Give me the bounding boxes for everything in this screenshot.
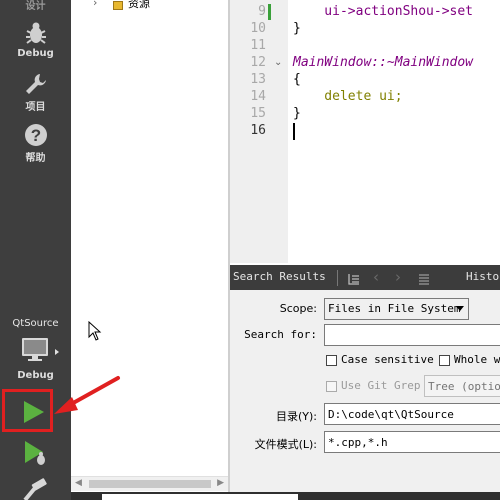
build-button[interactable]	[0, 474, 71, 503]
mode-design[interactable]: 设计	[0, 0, 71, 14]
status-bar	[71, 492, 500, 500]
mode-projects-label: 项目	[25, 102, 46, 113]
debug-run-icon	[24, 440, 48, 469]
line-number: 12	[250, 55, 266, 70]
svg-text:?: ?	[31, 126, 41, 145]
file-pattern-label: 文件模式(L):	[254, 438, 317, 451]
search-for-input[interactable]	[324, 324, 500, 346]
use-git-grep-checkbox	[326, 381, 337, 392]
mode-design-label: 设计	[25, 1, 46, 12]
directory-input[interactable]	[324, 403, 500, 425]
line-number-current: 16	[250, 123, 266, 138]
monitor-icon	[21, 337, 49, 366]
code-line: ui->actionShou->set	[293, 4, 474, 19]
mode-projects[interactable]: 项目	[0, 70, 71, 114]
tree-item-resources[interactable]: › 资源	[71, 0, 228, 14]
chevron-down-icon	[456, 306, 464, 311]
scroll-right-icon[interactable]: ▶	[217, 478, 224, 488]
text-cursor	[293, 123, 295, 140]
line-number: 13	[250, 72, 266, 87]
whole-words-label: Whole wo	[454, 353, 500, 366]
lock-folder-icon	[113, 1, 123, 10]
file-pattern-input[interactable]	[324, 431, 500, 453]
next-icon[interactable]: ›	[395, 268, 401, 286]
mode-selector-bar: 设计 Debug 项目 ? 帮助 QtSource Debug	[0, 0, 71, 503]
kit-project-name: QtSource	[12, 318, 59, 329]
previous-icon[interactable]: ‹	[373, 268, 379, 286]
tree-horizontal-scrollbar[interactable]: ◀ ▶	[71, 476, 228, 491]
debug-run-button[interactable]	[0, 438, 71, 468]
line-number: 10	[250, 21, 266, 36]
search-results-toolbar: Search Results ‹ › Histo	[230, 265, 500, 290]
scope-select[interactable]: Files in File System	[324, 298, 469, 320]
line-number: 11	[250, 38, 266, 53]
git-tree-input	[424, 375, 500, 397]
bug-icon	[25, 21, 47, 48]
run-button-highlight	[2, 389, 53, 432]
line-number: 14	[250, 89, 266, 104]
expand-collapse-icon[interactable]	[347, 271, 361, 290]
fold-chevron-icon[interactable]: ⌄	[274, 54, 282, 71]
mouse-cursor-icon	[88, 320, 102, 345]
mode-help[interactable]: ? 帮助	[0, 121, 71, 165]
chevron-right-icon[interactable]: ›	[93, 0, 97, 9]
tree-item-label: 资源	[128, 0, 150, 10]
project-tree: › 资源	[71, 0, 228, 500]
search-for-label: Search for:	[244, 328, 317, 341]
scrollbar-thumb[interactable]	[89, 480, 211, 488]
toolbar-separator	[337, 270, 338, 286]
scope-value: Files in File System	[328, 302, 461, 315]
locator-input[interactable]	[102, 494, 298, 500]
wrench-icon	[24, 72, 48, 99]
search-results-title: Search Results	[233, 270, 326, 283]
scroll-left-icon[interactable]: ◀	[75, 478, 82, 488]
change-marker	[268, 4, 271, 20]
code-line: {	[293, 72, 301, 87]
history-label[interactable]: Histo	[466, 270, 499, 283]
line-number: 9	[258, 4, 266, 19]
case-sensitive-checkbox[interactable]	[326, 355, 337, 366]
search-results-pane: Search Results ‹ › Histo Scope: Files in…	[230, 265, 500, 500]
mode-debug[interactable]: Debug	[0, 18, 71, 62]
mode-debug-label: Debug	[17, 48, 54, 59]
help-icon: ?	[24, 123, 48, 150]
case-sensitive-label: Case sensitive	[341, 353, 434, 366]
annotation-arrow	[54, 376, 120, 414]
code-line: }	[293, 21, 301, 36]
scope-label: Scope:	[279, 302, 317, 315]
code-editor[interactable]: 9 10 11 12 ⌄ 13 14 15 16 ui->actionShou-…	[230, 0, 500, 263]
mode-help-label: 帮助	[25, 153, 46, 164]
expand-arrow-icon	[55, 349, 59, 355]
code-line: }	[293, 106, 301, 121]
list-icon[interactable]	[417, 271, 431, 290]
use-git-grep-label: Use Git Grep	[341, 379, 421, 392]
code-line: delete ui;	[293, 89, 403, 104]
whole-words-checkbox[interactable]	[439, 355, 450, 366]
line-number: 15	[250, 106, 266, 121]
code-line: MainWindow::~MainWindow	[293, 55, 474, 70]
hammer-icon	[22, 478, 48, 503]
directory-label: 目录(Y):	[275, 410, 317, 423]
